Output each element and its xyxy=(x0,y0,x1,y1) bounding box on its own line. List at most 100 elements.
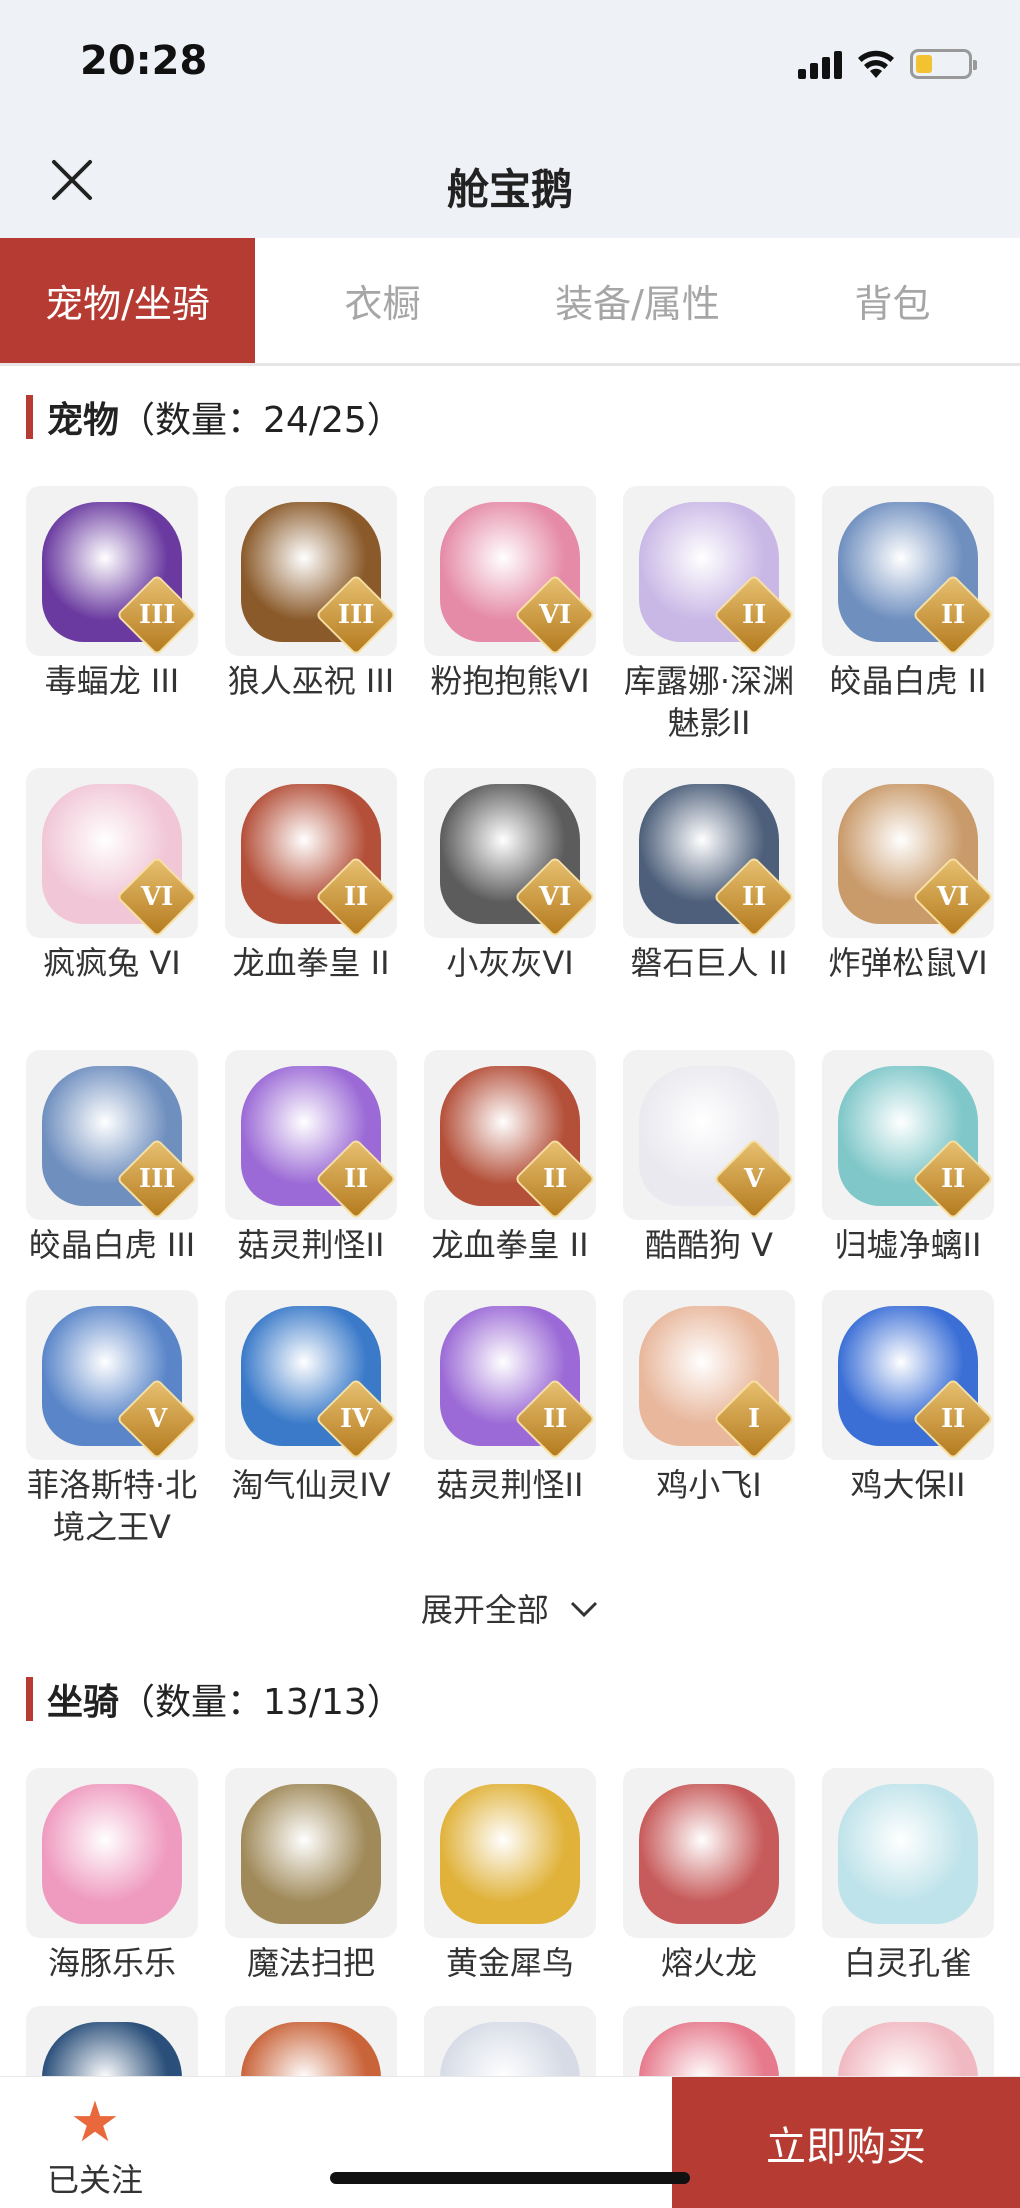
list-item[interactable]: V 菲洛斯特·北境之王V xyxy=(26,1290,198,1548)
grade-text: II xyxy=(542,1403,568,1434)
item-name: 白灵孔雀 xyxy=(843,1944,972,1982)
pets-title: 宠物 xyxy=(47,400,120,441)
character-image xyxy=(639,1784,779,1924)
list-item[interactable]: III 毒蝠龙 III xyxy=(26,486,198,702)
item-thumbnail: III xyxy=(26,486,198,656)
item-name: 酷酷狗 V xyxy=(644,1226,774,1264)
item-thumbnail: III xyxy=(26,1050,198,1220)
list-item[interactable]: 黄金犀鸟 xyxy=(424,1768,596,1984)
status-time: 20:28 xyxy=(80,38,208,84)
mounts-count: （数量：13/13） xyxy=(119,1682,403,1723)
mounts-section-title: 坐骑 （数量：13/13） xyxy=(26,1674,403,1724)
list-item[interactable]: VI 疯疯兔 VI xyxy=(26,768,198,984)
grade-text: III xyxy=(138,600,176,630)
item-thumbnail: VI xyxy=(424,768,596,938)
chevron-down-icon xyxy=(569,1593,599,1626)
list-item[interactable]: II 鸡大保II xyxy=(822,1290,994,1506)
grade-text: V xyxy=(743,1164,765,1194)
battery-icon xyxy=(910,49,977,79)
list-item[interactable]: V 酷酷狗 V xyxy=(623,1050,795,1266)
item-thumbnail: II xyxy=(822,486,994,656)
item-name: 毒蝠龙 III xyxy=(44,662,180,700)
item-thumbnail xyxy=(225,1768,397,1938)
item-name: 鸡小飞I xyxy=(656,1466,762,1504)
page-title: 舱宝鹅 xyxy=(446,165,573,214)
item-thumbnail xyxy=(26,1768,198,1938)
item-name: 狼人巫祝 III xyxy=(227,662,395,700)
list-item[interactable]: 熔火龙 xyxy=(623,1768,795,1984)
list-item[interactable]: VI 炸弹松鼠VI xyxy=(822,768,994,984)
grade-text: II xyxy=(940,1403,966,1434)
list-item[interactable]: II 龙血拳皇 II xyxy=(225,768,397,984)
item-thumbnail: VI xyxy=(26,768,198,938)
item-name: 归墟净螭II xyxy=(834,1226,982,1264)
item-thumbnail: VI xyxy=(424,486,596,656)
item-name: 魔法扫把 xyxy=(246,1944,375,1982)
home-indicator xyxy=(330,2172,690,2184)
list-item[interactable]: III 皎晶白虎 III xyxy=(26,1050,198,1266)
mounts-title: 坐骑 xyxy=(47,1682,120,1723)
list-item[interactable]: 魔法扫把 xyxy=(225,1768,397,1984)
tab-2[interactable]: 装备/属性 xyxy=(510,238,765,363)
bottom-bar: ★ 已关注 立即购买 xyxy=(0,2076,1020,2208)
status-icons xyxy=(798,44,977,84)
item-name: 小灰灰VI xyxy=(446,944,574,982)
list-item[interactable]: II 归墟净螭II xyxy=(822,1050,994,1266)
list-item[interactable]: IV 淘气仙灵IV xyxy=(225,1290,397,1506)
item-thumbnail: II xyxy=(822,1050,994,1220)
item-name: 皎晶白虎 III xyxy=(28,1226,196,1264)
follow-label: 已关注 xyxy=(46,2161,143,2199)
item-thumbnail: V xyxy=(26,1290,198,1460)
list-item[interactable]: VI 粉抱抱熊VI xyxy=(424,486,596,702)
wifi-icon xyxy=(858,50,894,78)
item-name: 海豚乐乐 xyxy=(47,1944,176,1982)
list-item[interactable]: VI 小灰灰VI xyxy=(424,768,596,984)
item-thumbnail: II xyxy=(623,768,795,938)
character-image xyxy=(440,1784,580,1924)
list-item[interactable]: II 库露娜·深渊魅影II xyxy=(623,486,795,744)
list-item[interactable]: 海豚乐乐 xyxy=(26,1768,198,1984)
list-item[interactable]: II 菇灵荆怪II xyxy=(225,1050,397,1266)
item-thumbnail: II xyxy=(822,1290,994,1460)
item-thumbnail: II xyxy=(424,1050,596,1220)
character-image xyxy=(838,1784,978,1924)
tab-0[interactable]: 宠物/坐骑 xyxy=(0,238,255,363)
list-item[interactable]: II 龙血拳皇 II xyxy=(424,1050,596,1266)
tab-3[interactable]: 背包 xyxy=(765,238,1020,363)
item-name: 菇灵荆怪II xyxy=(436,1466,584,1504)
grade-text: VI xyxy=(538,600,572,630)
buy-now-button[interactable]: 立即购买 xyxy=(672,2077,1020,2208)
item-name: 炸弹松鼠VI xyxy=(828,944,988,982)
cellular-signal-icon xyxy=(798,49,842,79)
grade-text: II xyxy=(343,1163,369,1194)
item-name: 库露娜·深渊魅影II xyxy=(623,662,795,742)
expand-all-button[interactable]: 展开全部 xyxy=(0,1585,1020,1635)
list-item[interactable]: I 鸡小飞I xyxy=(623,1290,795,1506)
list-item[interactable]: III 狼人巫祝 III xyxy=(225,486,397,702)
item-thumbnail: V xyxy=(623,1050,795,1220)
expand-all-label: 展开全部 xyxy=(420,1591,549,1629)
item-name: 黄金犀鸟 xyxy=(445,1944,574,1982)
list-item[interactable]: II 皎晶白虎 II xyxy=(822,486,994,702)
grade-text: VI xyxy=(936,882,970,912)
section-accent-bar xyxy=(26,1677,33,1721)
item-name: 龙血拳皇 II xyxy=(431,1226,589,1264)
list-item[interactable]: II 磐石巨人 II xyxy=(623,768,795,984)
item-thumbnail: II xyxy=(225,768,397,938)
item-thumbnail: II xyxy=(623,486,795,656)
follow-button[interactable]: ★ 已关注 xyxy=(40,2095,150,2201)
grade-text: I xyxy=(747,1403,761,1434)
star-icon: ★ xyxy=(69,2090,121,2155)
item-name: 鸡大保II xyxy=(850,1466,966,1504)
grade-text: II xyxy=(741,599,767,630)
item-name: 淘气仙灵IV xyxy=(231,1466,391,1504)
character-image xyxy=(42,1784,182,1924)
item-name: 熔火龙 xyxy=(660,1944,757,1982)
item-thumbnail: VI xyxy=(822,768,994,938)
grade-text: III xyxy=(138,1164,176,1194)
grade-text: II xyxy=(741,881,767,912)
item-thumbnail: IV xyxy=(225,1290,397,1460)
list-item[interactable]: 白灵孔雀 xyxy=(822,1768,994,1984)
tab-1[interactable]: 衣橱 xyxy=(255,238,510,363)
list-item[interactable]: II 菇灵荆怪II xyxy=(424,1290,596,1506)
